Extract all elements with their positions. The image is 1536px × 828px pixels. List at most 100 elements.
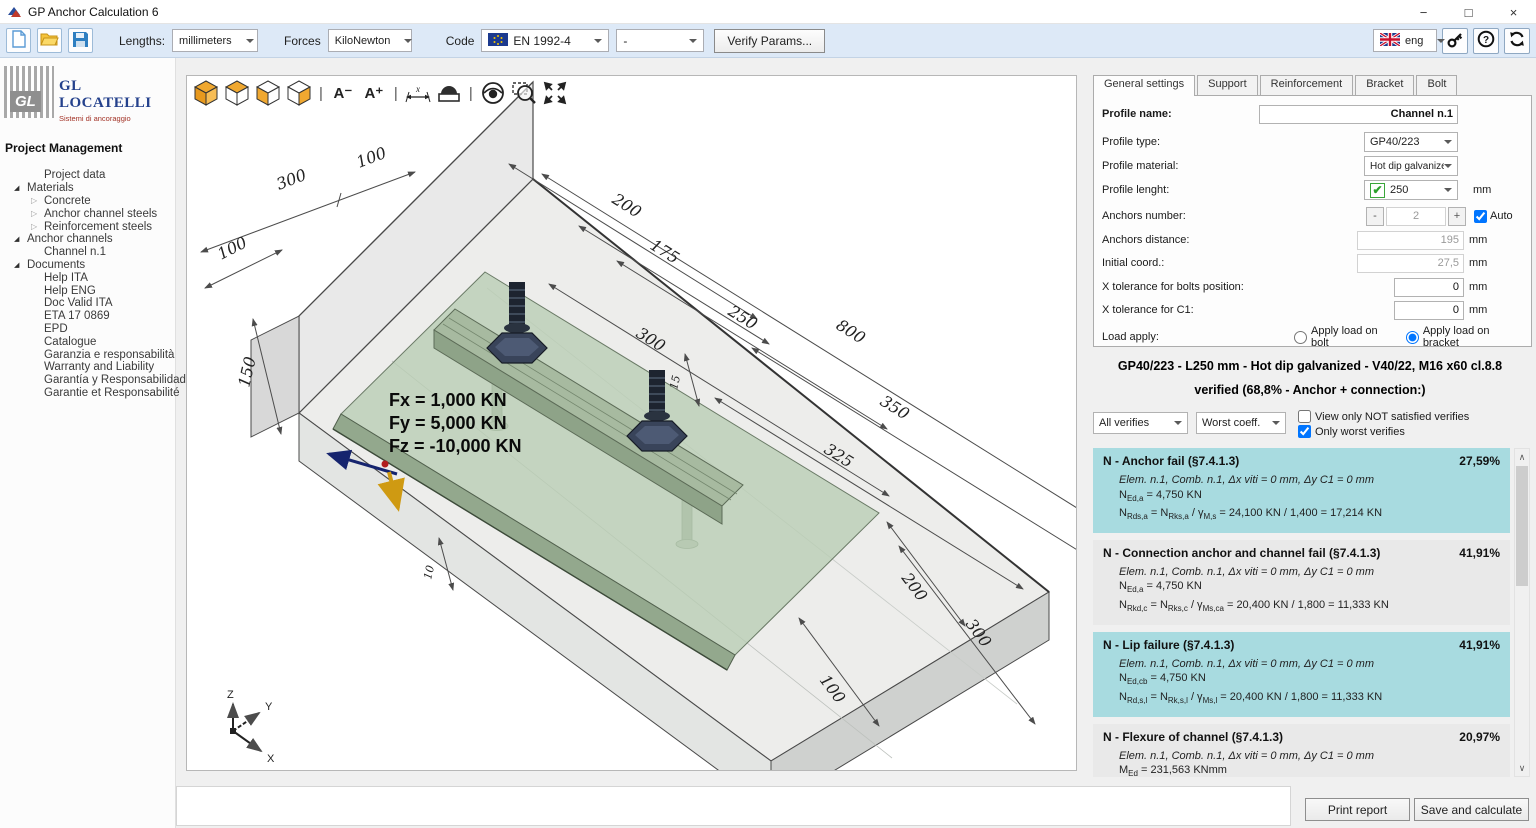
lengths-select[interactable]: millimeters: [172, 29, 258, 52]
tree-item[interactable]: ▷Anchor channel steels: [0, 207, 175, 220]
expand-icon[interactable]: ▷: [31, 222, 44, 231]
anchors-decrement-button[interactable]: -: [1366, 207, 1384, 226]
company-logo: GL GL LOCATELLI Sistemi di ancoraggio: [0, 58, 175, 123]
tree-item[interactable]: Warranty and Liability: [0, 361, 175, 374]
chevron-down-icon: [246, 39, 254, 43]
code-select[interactable]: EN 1992-4: [481, 29, 609, 52]
axis-x-label: X: [267, 753, 275, 765]
scroll-down-icon[interactable]: ∨: [1515, 760, 1529, 776]
verify-result-item[interactable]: N - Anchor fail (§7.4.1.3)27,59%Elem. n.…: [1093, 448, 1510, 533]
collapse-icon[interactable]: ◢: [14, 261, 27, 269]
anchors-number-input[interactable]: [1386, 207, 1446, 226]
left-face-cube-icon[interactable]: [255, 80, 281, 106]
result-detail-line: Elem. n.1, Comb. n.1, Δx viti = 0 mm, Δy…: [1103, 749, 1500, 764]
increase-text-size-button[interactable]: A⁺: [361, 80, 387, 106]
verify-result-item[interactable]: N - Connection anchor and channel fail (…: [1093, 540, 1510, 625]
app-icon: [7, 5, 22, 19]
profile-length-select[interactable]: ✔ 250: [1364, 180, 1458, 200]
tree-item[interactable]: Help ITA: [0, 271, 175, 284]
tab-support[interactable]: Support: [1197, 75, 1258, 95]
auto-checkbox[interactable]: [1474, 210, 1487, 223]
verify-result-item[interactable]: N - Flexure of channel (§7.4.1.3)20,97%E…: [1093, 724, 1510, 777]
tree-item[interactable]: ◢Materials: [0, 182, 175, 195]
verify-results-list: N - Anchor fail (§7.4.1.3)27,59%Elem. n.…: [1093, 448, 1510, 777]
zoom-fit-button[interactable]: [542, 80, 568, 106]
tab-general-settings[interactable]: General settings: [1093, 75, 1195, 96]
save-file-button[interactable]: [68, 28, 93, 53]
minimize-button[interactable]: −: [1401, 0, 1446, 24]
x-tolerance-bolts-unit: mm: [1469, 281, 1487, 293]
tree-item[interactable]: ◢Anchor channels: [0, 233, 175, 246]
language-select[interactable]: eng: [1373, 29, 1437, 52]
verify-params-button[interactable]: Verify Params...: [714, 29, 825, 53]
zoom-window-button[interactable]: [511, 80, 537, 106]
apply-load-on-bracket-radio[interactable]: [1406, 331, 1419, 344]
profile-name-input[interactable]: [1259, 105, 1458, 124]
save-and-calculate-button[interactable]: Save and calculate: [1414, 798, 1529, 821]
not-satisfied-checkbox[interactable]: [1298, 410, 1311, 423]
view-visibility-button[interactable]: [480, 80, 506, 106]
x-tolerance-c1-label: X tolerance for C1:: [1102, 304, 1194, 316]
solid-view-cube-icon[interactable]: [193, 80, 219, 106]
dimensions-toggle-button[interactable]: x: [405, 80, 431, 106]
coeff-filter-select[interactable]: Worst coeff.: [1196, 412, 1286, 434]
verifies-filter-select[interactable]: All verifies: [1093, 412, 1188, 434]
tree-item[interactable]: Garantie et Responsabilité: [0, 387, 175, 400]
3d-viewport[interactable]: | A⁻ A⁺ | x |: [186, 75, 1077, 771]
tab-reinforcement[interactable]: Reinforcement: [1260, 75, 1354, 95]
refresh-button[interactable]: [1504, 28, 1530, 54]
tree-item[interactable]: Doc Valid ITA: [0, 297, 175, 310]
tree-item[interactable]: Garantía y Responsabilidad: [0, 374, 175, 387]
main-toolbar: Lengths: millimeters Forces KiloNewton C…: [0, 24, 1536, 58]
fz-value: Fz = -10,000 KN: [389, 436, 522, 456]
tree-item-label: Garantie et Responsabilité: [44, 387, 180, 399]
tree-item[interactable]: Help ENG: [0, 284, 175, 297]
apply-load-on-bolt-radio[interactable]: [1294, 331, 1307, 344]
tree-item[interactable]: ▷Reinforcement steels: [0, 220, 175, 233]
scrollbar-thumb[interactable]: [1516, 466, 1528, 586]
profile-type-select[interactable]: GP40/223: [1364, 132, 1458, 152]
dim-label: 300: [274, 165, 309, 194]
right-face-cube-icon[interactable]: [286, 80, 312, 106]
results-scrollbar[interactable]: ∧ ∨: [1514, 448, 1530, 777]
tree-item[interactable]: Project data: [0, 169, 175, 182]
code-variant-select[interactable]: -: [616, 29, 704, 52]
save-icon: [72, 31, 89, 51]
close-button[interactable]: ×: [1491, 0, 1536, 24]
verify-result-item[interactable]: N - Lip failure (§7.4.1.3)41,91%Elem. n.…: [1093, 632, 1510, 717]
x-tolerance-c1-input[interactable]: [1394, 301, 1464, 320]
3d-scene[interactable]: Fx = 1,000 KN Fy = 5,000 KN Fz = -10,000…: [187, 76, 1076, 770]
new-file-button[interactable]: [6, 28, 31, 53]
only-worst-checkbox[interactable]: [1298, 425, 1311, 438]
tree-item[interactable]: ▷Concrete: [0, 195, 175, 208]
scroll-up-icon[interactable]: ∧: [1515, 449, 1529, 465]
tree-item[interactable]: ◢Documents: [0, 259, 175, 272]
anchors-increment-button[interactable]: +: [1448, 207, 1466, 226]
tree-item-label: Channel n.1: [44, 246, 106, 258]
license-key-button[interactable]: [1442, 28, 1468, 54]
profile-material-select[interactable]: Hot dip galvanize: [1364, 156, 1458, 176]
tree-item[interactable]: Catalogue: [0, 335, 175, 348]
collapse-icon[interactable]: ◢: [14, 184, 27, 192]
x-tolerance-bolts-input[interactable]: [1394, 278, 1464, 297]
tree-item[interactable]: Channel n.1: [0, 246, 175, 259]
tree-item[interactable]: Garanzia e responsabilità: [0, 348, 175, 361]
print-report-button[interactable]: Print report: [1305, 798, 1410, 821]
collapse-icon[interactable]: ◢: [14, 235, 27, 243]
forces-select[interactable]: KiloNewton: [328, 29, 412, 52]
tree-item-label: Materials: [27, 182, 74, 194]
not-satisfied-label: View only NOT satisfied verifies: [1315, 411, 1469, 423]
anchor-head-toggle-button[interactable]: [436, 80, 462, 106]
tree-item[interactable]: EPD: [0, 323, 175, 336]
expand-icon[interactable]: ▷: [31, 196, 44, 205]
tab-bracket[interactable]: Bracket: [1355, 75, 1414, 95]
maximize-button[interactable]: □: [1446, 0, 1491, 24]
tab-bolt[interactable]: Bolt: [1416, 75, 1457, 95]
tree-item-label: Anchor channels: [27, 233, 113, 245]
help-button[interactable]: ?: [1473, 28, 1499, 54]
open-file-button[interactable]: [37, 28, 62, 53]
decrease-text-size-button[interactable]: A⁻: [330, 80, 356, 106]
top-face-cube-icon[interactable]: [224, 80, 250, 106]
tree-item[interactable]: ETA 17 0869: [0, 310, 175, 323]
expand-icon[interactable]: ▷: [31, 209, 44, 218]
